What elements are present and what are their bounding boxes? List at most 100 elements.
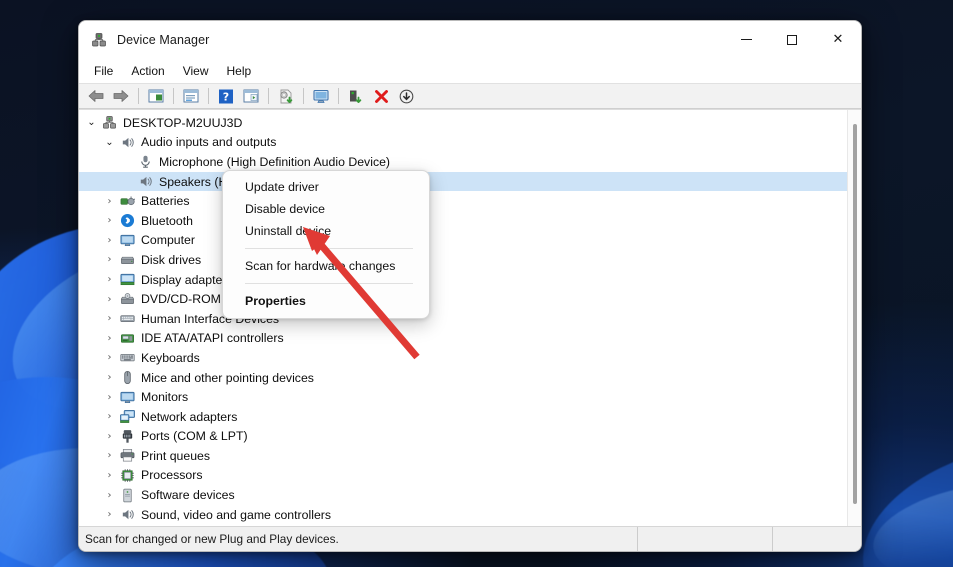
chevron-right-icon[interactable]: ›: [101, 411, 118, 422]
tree-item-label: Bluetooth: [141, 214, 193, 228]
tree-item[interactable]: › Bluetooth: [79, 211, 847, 231]
chevron-right-icon[interactable]: ›: [101, 235, 118, 246]
help-button[interactable]: ?: [214, 85, 238, 107]
chevron-right-icon[interactable]: ›: [101, 313, 118, 324]
tree-item[interactable]: ›DVD/CD-ROM drives: [79, 289, 847, 309]
tree-item[interactable]: › Ports (COM & LPT): [79, 427, 847, 447]
tree-item[interactable]: › Network adapters: [79, 407, 847, 427]
tree-item[interactable]: ›Processors: [79, 466, 847, 486]
keyboard-icon: [118, 350, 137, 365]
tree-item[interactable]: ›Computer: [79, 231, 847, 251]
chevron-right-icon[interactable]: ›: [101, 215, 118, 226]
chevron-right-icon[interactable]: ›: [101, 333, 118, 344]
device-tree: ⌄ DESKTOP-M2UUJ3D ⌄Audio inputs and output…: [79, 110, 847, 526]
forward-button[interactable]: [109, 85, 133, 107]
tree-item-label: Batteries: [141, 194, 190, 208]
tree-item-label: IDE ATA/ATAPI controllers: [141, 331, 284, 345]
scan-hardware-changes-button[interactable]: [309, 85, 333, 107]
enable-device-button[interactable]: [344, 85, 368, 107]
tree-item[interactable]: ›Human Interface Devices: [79, 309, 847, 329]
menu-help[interactable]: Help: [218, 61, 261, 81]
tree-item[interactable]: › IDE ATA/ATAPI controllers: [79, 329, 847, 349]
tree-item[interactable]: ›Keyboards: [79, 348, 847, 368]
context-menu-item[interactable]: Disable device: [223, 198, 429, 220]
chevron-right-icon[interactable]: ›: [101, 470, 118, 481]
disable-device-button[interactable]: [394, 85, 418, 107]
uninstall-device-button[interactable]: [369, 85, 393, 107]
menu-action[interactable]: Action: [122, 61, 173, 81]
chevron-right-icon[interactable]: ›: [101, 254, 118, 265]
tree-item[interactable]: ⌄ DESKTOP-M2UUJ3D: [79, 113, 847, 133]
monitor-icon: [118, 390, 137, 405]
toolbar-separator-3: [208, 88, 209, 104]
monitor-icon: [118, 233, 137, 248]
chevron-right-icon[interactable]: ›: [101, 431, 118, 442]
maximize-button[interactable]: [769, 21, 815, 58]
chevron-right-icon[interactable]: ›: [101, 372, 118, 383]
chevron-down-icon[interactable]: ⌄: [101, 137, 118, 148]
tree-item-label: Sound, video and game controllers: [141, 508, 331, 522]
tree-item[interactable]: › Display adapters: [79, 270, 847, 290]
menu-view[interactable]: View: [174, 61, 218, 81]
menu-bar: File Action View Help: [79, 58, 861, 83]
minimize-button[interactable]: [723, 21, 769, 58]
speaker-icon: [118, 135, 137, 150]
chevron-right-icon[interactable]: ›: [101, 392, 118, 403]
action-pane-button[interactable]: [239, 85, 263, 107]
chevron-right-icon[interactable]: ›: [101, 450, 118, 461]
close-icon: ✕: [833, 33, 844, 46]
toolbar-separator-5: [303, 88, 304, 104]
title-bar: Device Manager ✕: [79, 21, 861, 58]
tree-item[interactable]: ›Storage controllers: [79, 524, 847, 526]
tree-item[interactable]: Microphone (High Definition Audio Device…: [79, 152, 847, 172]
context-menu-separator: [245, 248, 413, 249]
network-adapter-icon: [118, 409, 137, 424]
chevron-right-icon[interactable]: ›: [101, 294, 118, 305]
chevron-right-icon[interactable]: ›: [101, 196, 118, 207]
chevron-down-icon[interactable]: ⌄: [83, 117, 100, 128]
window-controls: ✕: [723, 21, 861, 58]
context-menu-item[interactable]: Scan for hardware changes: [223, 255, 429, 277]
tree-vertical-scrollbar[interactable]: [847, 110, 861, 526]
menu-file[interactable]: File: [85, 61, 122, 81]
chevron-right-icon[interactable]: ›: [101, 274, 118, 285]
tree-item[interactable]: ›Software devices: [79, 485, 847, 505]
microphone-icon: [136, 154, 155, 169]
tree-item[interactable]: ›Print queues: [79, 446, 847, 466]
software-device-icon: [118, 488, 137, 503]
tree-item[interactable]: ⌄Audio inputs and outputs: [79, 133, 847, 153]
tree-item-label: Ports (COM & LPT): [141, 429, 248, 443]
chevron-right-icon[interactable]: ›: [101, 509, 118, 520]
toolbar-separator-2: [173, 88, 174, 104]
tree-item-label: DESKTOP-M2UUJ3D: [123, 116, 242, 130]
update-driver-button[interactable]: [274, 85, 298, 107]
tree-item[interactable]: ›Disk drives: [79, 250, 847, 270]
context-menu-item[interactable]: Properties: [223, 290, 429, 312]
tree-item[interactable]: › Batteries: [79, 191, 847, 211]
context-menu-item[interactable]: Uninstall device: [223, 220, 429, 242]
tree-scrollbar-thumb[interactable]: [853, 124, 857, 504]
status-panel-2: [638, 527, 773, 551]
tree-item-label: Display adapters: [141, 273, 233, 287]
port-icon: [118, 429, 137, 444]
battery-icon: [118, 194, 137, 209]
tree-item[interactable]: ›Mice and other pointing devices: [79, 368, 847, 388]
console-tree-button[interactable]: [144, 85, 168, 107]
dvd-drive-icon: [118, 292, 137, 307]
toolbar: ?: [79, 83, 861, 109]
close-button[interactable]: ✕: [815, 21, 861, 58]
tree-item-label: Network adapters: [141, 410, 237, 424]
device-context-menu: Update driverDisable deviceUninstall dev…: [222, 170, 430, 319]
status-message: Scan for changed or new Plug and Play de…: [79, 527, 638, 551]
device-manager-icon: [90, 31, 108, 49]
properties-button[interactable]: [179, 85, 203, 107]
processor-icon: [118, 468, 137, 483]
tree-item[interactable]: ›Monitors: [79, 387, 847, 407]
back-button[interactable]: [84, 85, 108, 107]
chevron-right-icon[interactable]: ›: [101, 490, 118, 501]
chevron-right-icon[interactable]: ›: [101, 352, 118, 363]
context-menu-item[interactable]: Update driver: [223, 176, 429, 198]
tree-item[interactable]: › Sound, video and game controllers: [79, 505, 847, 525]
tree-item[interactable]: Speakers (High Definition Audio Device): [79, 172, 847, 192]
display-adapter-icon: [118, 272, 137, 287]
